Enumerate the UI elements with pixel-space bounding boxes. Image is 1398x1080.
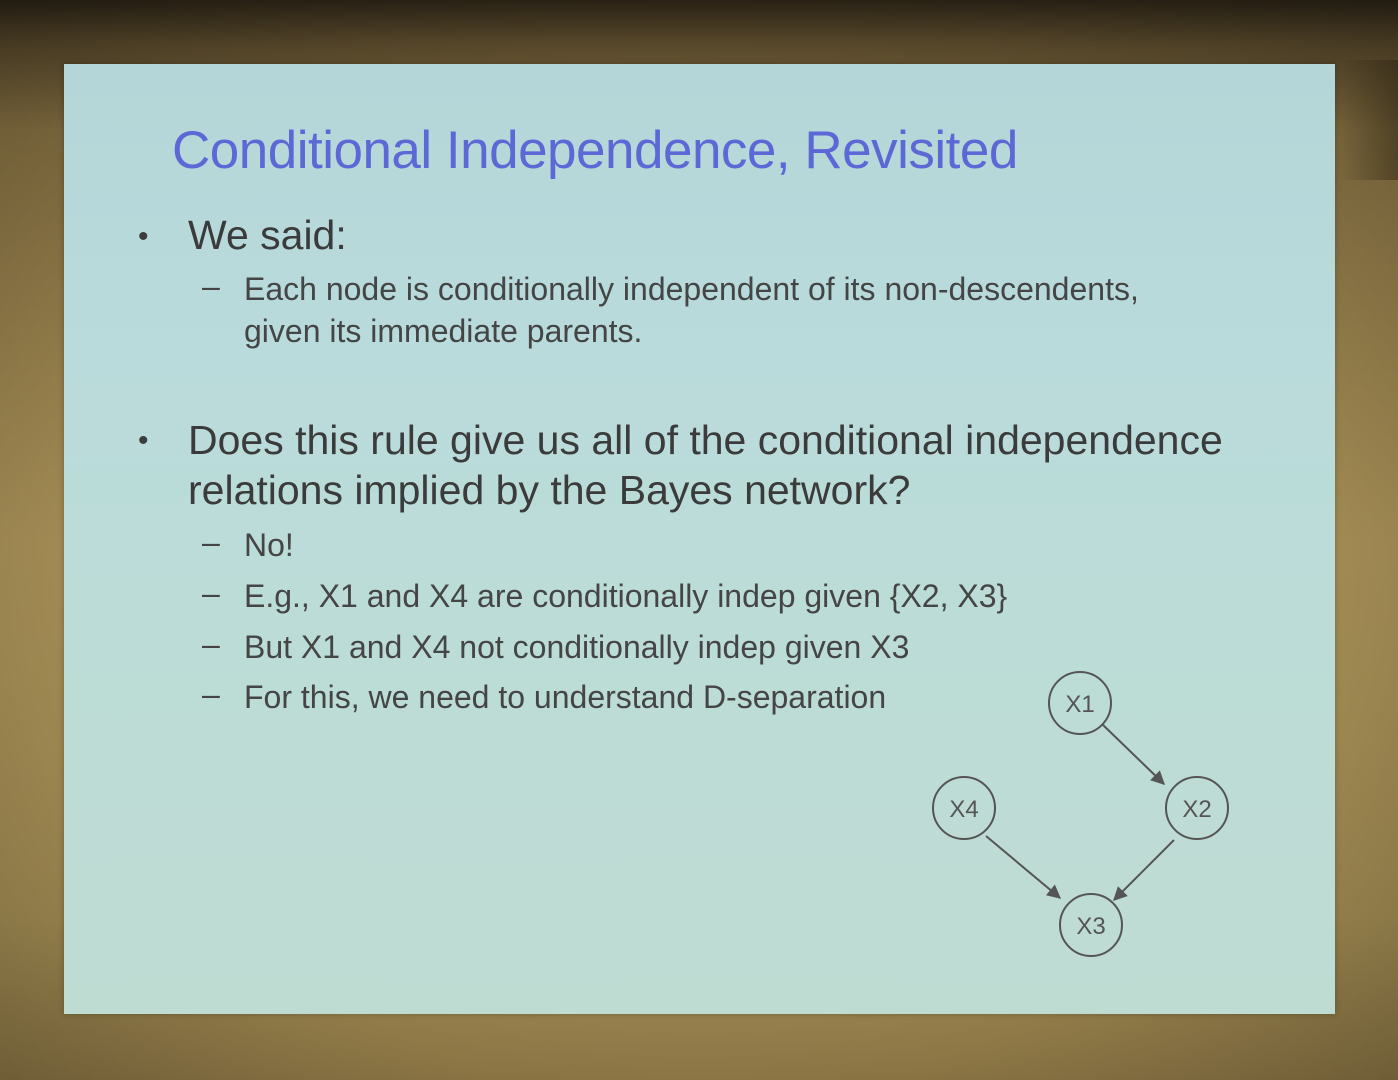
node-x3: X3 (1059, 893, 1123, 957)
node-x4: X4 (932, 776, 996, 840)
node-x4-label: X4 (949, 796, 978, 823)
bayes-network-diagram: X1 X2 X3 X4 (932, 671, 1229, 957)
node-x1-label: X1 (1065, 691, 1094, 718)
node-x1: X1 (1048, 671, 1112, 735)
edge-x2-x3 (1113, 839, 1175, 901)
node-x2: X2 (1165, 776, 1229, 840)
wall-shadow (1340, 60, 1398, 180)
node-x2-label: X2 (1182, 796, 1211, 823)
edge-x1-x2 (1101, 723, 1166, 785)
node-x3-label: X3 (1076, 913, 1105, 940)
edge-x4-x3 (985, 835, 1062, 899)
projected-slide: Conditional Independence, Revisited • We… (64, 64, 1335, 1014)
